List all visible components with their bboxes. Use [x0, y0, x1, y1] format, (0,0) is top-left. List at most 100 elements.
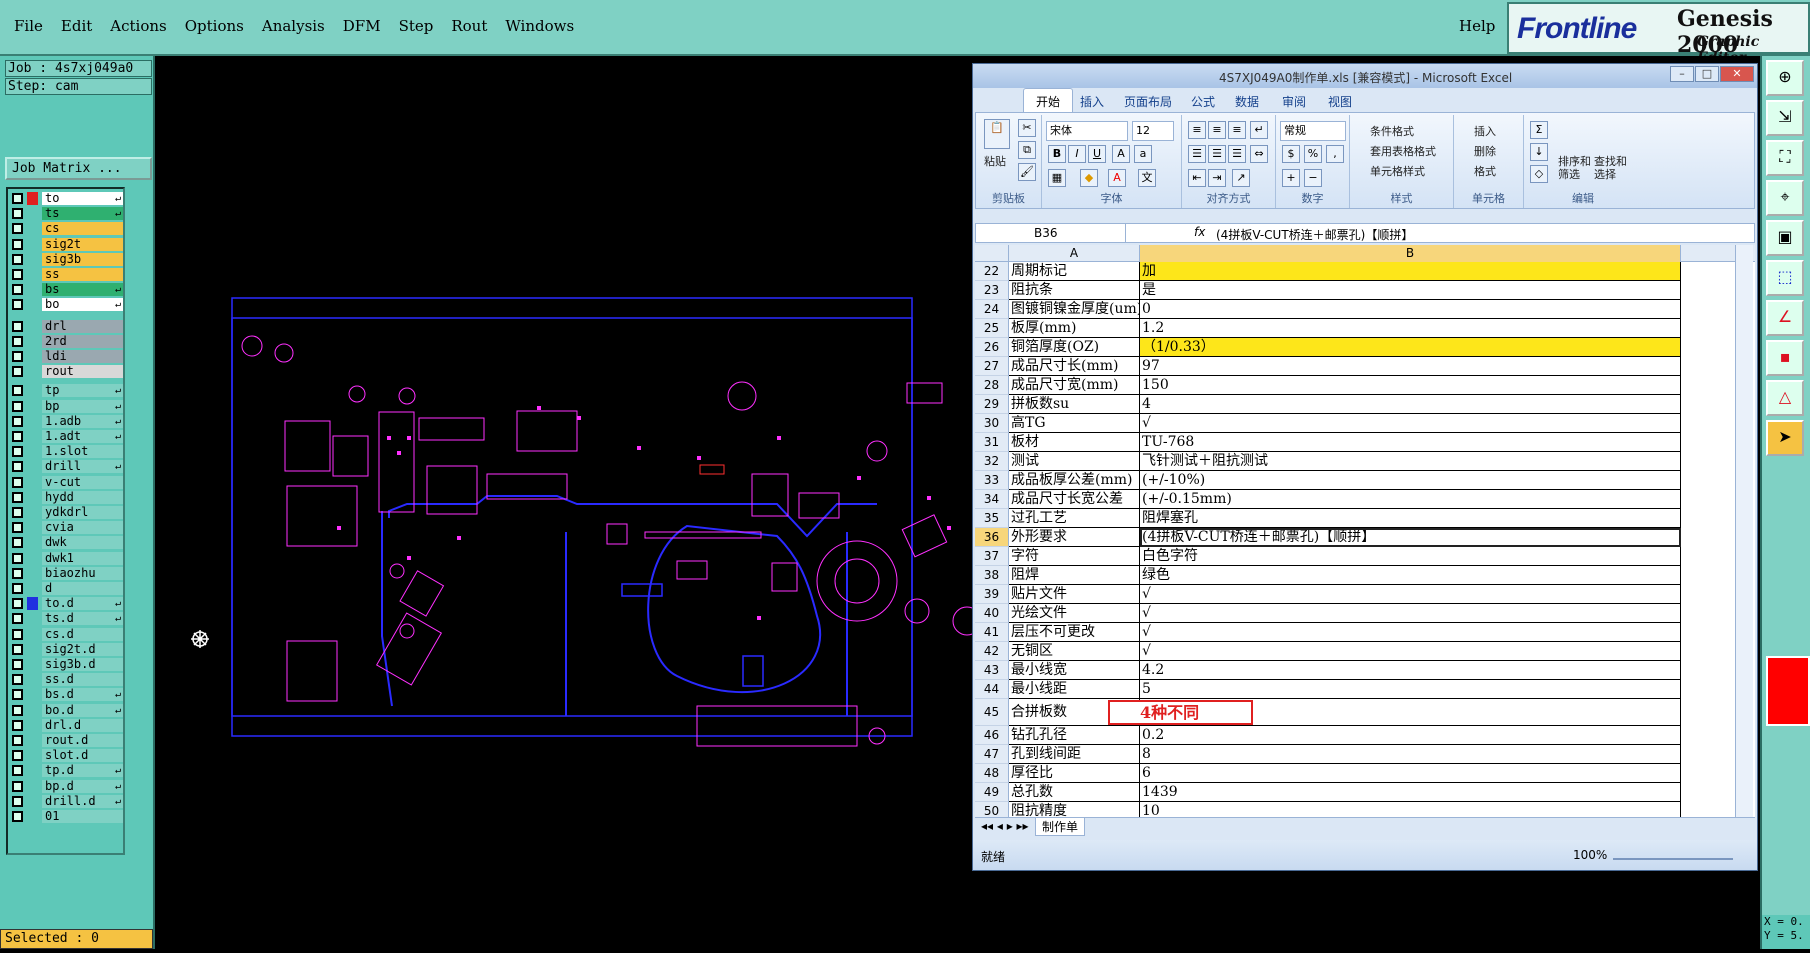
row-number[interactable]: 25: [975, 319, 1009, 338]
layer-checkbox[interactable]: [12, 238, 23, 250]
clear-icon[interactable]: ◇: [1530, 165, 1548, 183]
layer-row-hydd[interactable]: hydd: [10, 490, 123, 504]
job-matrix-button[interactable]: Job Matrix ...: [5, 157, 152, 180]
row-number[interactable]: 32: [975, 452, 1009, 471]
cell-b[interactable]: 1.2: [1140, 319, 1681, 338]
increase-indent-icon[interactable]: ⇥: [1208, 169, 1226, 187]
layer-row-dwk1[interactable]: dwk1: [10, 551, 123, 565]
cell-b[interactable]: 0: [1140, 300, 1681, 319]
row-number[interactable]: 35: [975, 509, 1009, 528]
cell-b[interactable]: (+/-0.15mm): [1140, 490, 1681, 509]
tab-page-layout[interactable]: 页面布局: [1124, 93, 1172, 110]
layer-checkbox[interactable]: [12, 689, 23, 701]
cell-b[interactable]: TU-768: [1140, 433, 1681, 452]
layer-checkbox[interactable]: [12, 674, 23, 686]
layer-checkbox[interactable]: [12, 284, 23, 296]
align-right-icon[interactable]: ☰: [1228, 145, 1246, 163]
cell-b[interactable]: √: [1140, 642, 1681, 661]
align-center-icon[interactable]: ☰: [1208, 145, 1226, 163]
layer-checkbox[interactable]: [12, 351, 23, 362]
row-number[interactable]: 29: [975, 395, 1009, 414]
menu-file[interactable]: File: [14, 17, 43, 35]
tab-insert[interactable]: 插入: [1080, 93, 1104, 110]
layer-checkbox[interactable]: [12, 320, 23, 332]
vertical-scrollbar[interactable]: [1735, 245, 1753, 817]
formula-input[interactable]: (4拼板V-CUT桥连＋邮票孔)【顺拼】: [1216, 226, 1413, 243]
sheet-tab[interactable]: 制作单: [1035, 818, 1086, 836]
tab-formulas[interactable]: 公式: [1191, 93, 1215, 110]
layer-checkbox[interactable]: [12, 795, 23, 807]
row-number[interactable]: 39: [975, 585, 1009, 604]
delete-button[interactable]: 删除: [1474, 143, 1496, 159]
layer-checkbox[interactable]: [12, 583, 23, 594]
autosum-icon[interactable]: Σ: [1530, 121, 1548, 139]
layer-checkbox[interactable]: [12, 567, 23, 579]
tool-zoom-icon[interactable]: ⊕: [1766, 60, 1804, 96]
tool-pointer-icon[interactable]: ➤: [1766, 420, 1804, 456]
insert-button[interactable]: 插入: [1474, 123, 1496, 139]
layer-checkbox[interactable]: [12, 598, 23, 610]
cell-a[interactable]: 光绘文件: [1009, 604, 1140, 623]
tool-select-icon[interactable]: ▣: [1766, 220, 1804, 256]
layer-row-biaozhu[interactable]: biaozhu: [10, 566, 123, 580]
row-number[interactable]: 28: [975, 376, 1009, 395]
layer-row-bo[interactable]: bo ↵: [10, 298, 123, 312]
format-button[interactable]: 格式: [1474, 163, 1496, 179]
cell-a[interactable]: 阻抗条: [1009, 281, 1140, 300]
row-number[interactable]: 26: [975, 338, 1009, 357]
layer-checkbox[interactable]: [12, 704, 23, 716]
layer-row-cs[interactable]: cs: [10, 222, 123, 236]
cell-a[interactable]: 总孔数: [1009, 783, 1140, 802]
cell-b[interactable]: (4拼板V-CUT桥连＋邮票孔)【顺拼】: [1140, 528, 1681, 547]
cell-b[interactable]: 是: [1140, 281, 1681, 300]
tool-snap-icon[interactable]: ⌖: [1766, 180, 1804, 216]
phonetic-icon[interactable]: 文: [1138, 169, 1156, 187]
cell-b[interactable]: 加: [1140, 262, 1681, 281]
layer-checkbox[interactable]: [12, 811, 23, 822]
tool-measure-icon[interactable]: △: [1766, 380, 1804, 416]
menu-rout[interactable]: Rout: [451, 17, 487, 35]
cell-b[interactable]: (+/-10%): [1140, 471, 1681, 490]
worksheet[interactable]: A B 22 周期标记加 23 阻抗条是 24 图镀铜镍金厚度(um) 0 25 板厚(mm) 1…: [975, 245, 1755, 817]
layer-row-drl-d[interactable]: drl.d: [10, 718, 123, 732]
cut-icon[interactable]: ✂: [1018, 119, 1036, 137]
wrap-text-icon[interactable]: ↵: [1250, 121, 1268, 139]
decrease-indent-icon[interactable]: ⇤: [1188, 169, 1206, 187]
layer-checkbox[interactable]: [12, 537, 23, 549]
layer-checkbox[interactable]: [12, 461, 23, 473]
layer-checkbox[interactable]: [12, 719, 23, 731]
cell-b[interactable]: 飞针测试＋阻抗测试: [1140, 452, 1681, 471]
layer-checkbox[interactable]: [12, 335, 23, 347]
cell-a[interactable]: 贴片文件: [1009, 585, 1140, 604]
layer-row-bo-d[interactable]: bo.d ↵: [10, 703, 123, 717]
layer-row-sig3b[interactable]: sig3b: [10, 252, 123, 266]
cell-b[interactable]: 阻焊塞孔: [1140, 509, 1681, 528]
cell-a[interactable]: 层压不可更改: [1009, 623, 1140, 642]
layer-checkbox[interactable]: [12, 366, 23, 378]
bold-icon[interactable]: B: [1048, 145, 1066, 163]
number-format-combo[interactable]: 常规: [1280, 121, 1346, 141]
layer-checkbox[interactable]: [12, 765, 23, 777]
font-size-combo[interactable]: 12: [1132, 121, 1174, 141]
cell-a[interactable]: 成品板厚公差(mm): [1009, 471, 1140, 490]
cell-b[interactable]: 白色字符: [1140, 547, 1681, 566]
cell-b[interactable]: 5: [1140, 680, 1681, 699]
border-icon[interactable]: ▦: [1048, 169, 1066, 187]
cell-a[interactable]: 厚径比: [1009, 764, 1140, 783]
cell-b[interactable]: √: [1140, 623, 1681, 642]
layer-checkbox[interactable]: [12, 780, 23, 792]
layer-checkbox[interactable]: [12, 431, 23, 442]
tab-home[interactable]: 开始: [1023, 88, 1074, 112]
row-number[interactable]: 23: [975, 281, 1009, 300]
font-color-icon[interactable]: A: [1108, 169, 1126, 187]
layer-row-d[interactable]: d: [10, 582, 123, 595]
layer-row-v-cut[interactable]: v-cut: [10, 475, 123, 489]
cell-b[interactable]: 4.2: [1140, 661, 1681, 680]
cell-b[interactable]: √: [1140, 585, 1681, 604]
fill-icon[interactable]: ↓: [1530, 143, 1548, 161]
underline-icon[interactable]: U: [1088, 145, 1106, 163]
zoom-slider[interactable]: [1613, 846, 1733, 860]
cell-a[interactable]: 板材: [1009, 433, 1140, 452]
sort-filter-button[interactable]: 排序和 筛选: [1558, 155, 1591, 181]
row-number[interactable]: 45: [975, 699, 1009, 726]
